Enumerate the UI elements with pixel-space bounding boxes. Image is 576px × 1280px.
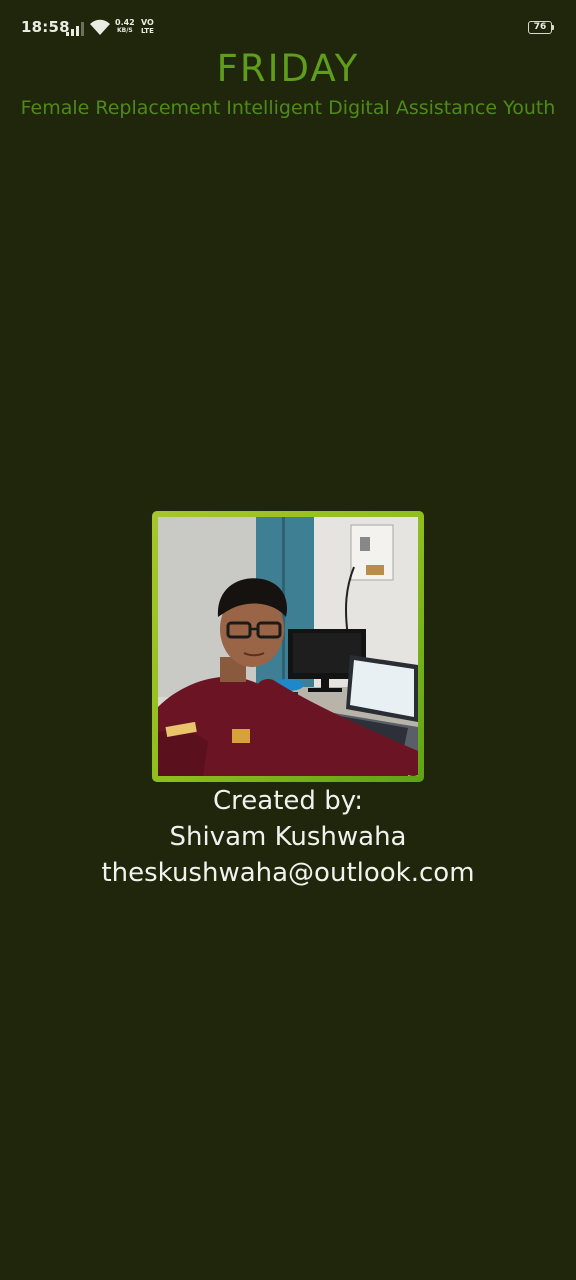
network-speed: 0.42 KB/S bbox=[115, 18, 135, 34]
battery-icon: 76 bbox=[528, 21, 552, 34]
volte-top: VO bbox=[141, 18, 154, 27]
app-subtitle: Female Replacement Intelligent Digital A… bbox=[20, 97, 556, 119]
created-by-label: Created by: bbox=[213, 786, 363, 816]
volte-bottom: LTE bbox=[141, 27, 154, 35]
volte-indicator: VO LTE bbox=[141, 18, 154, 35]
status-time: 18:58 bbox=[21, 18, 70, 36]
creator-email[interactable]: theskushwaha@outlook.com bbox=[0, 858, 576, 888]
signal-icon bbox=[66, 22, 84, 36]
battery-tip bbox=[552, 25, 554, 30]
creator-name: Shivam Kushwaha bbox=[169, 822, 407, 852]
app-title: FRIDAY bbox=[216, 47, 360, 90]
battery-level: 76 bbox=[533, 22, 547, 32]
network-speed-unit: KB/S bbox=[117, 27, 133, 34]
wifi-icon bbox=[90, 19, 110, 35]
network-speed-value: 0.42 bbox=[115, 18, 135, 27]
creator-photo bbox=[158, 517, 418, 776]
creator-photo-frame bbox=[152, 511, 424, 782]
